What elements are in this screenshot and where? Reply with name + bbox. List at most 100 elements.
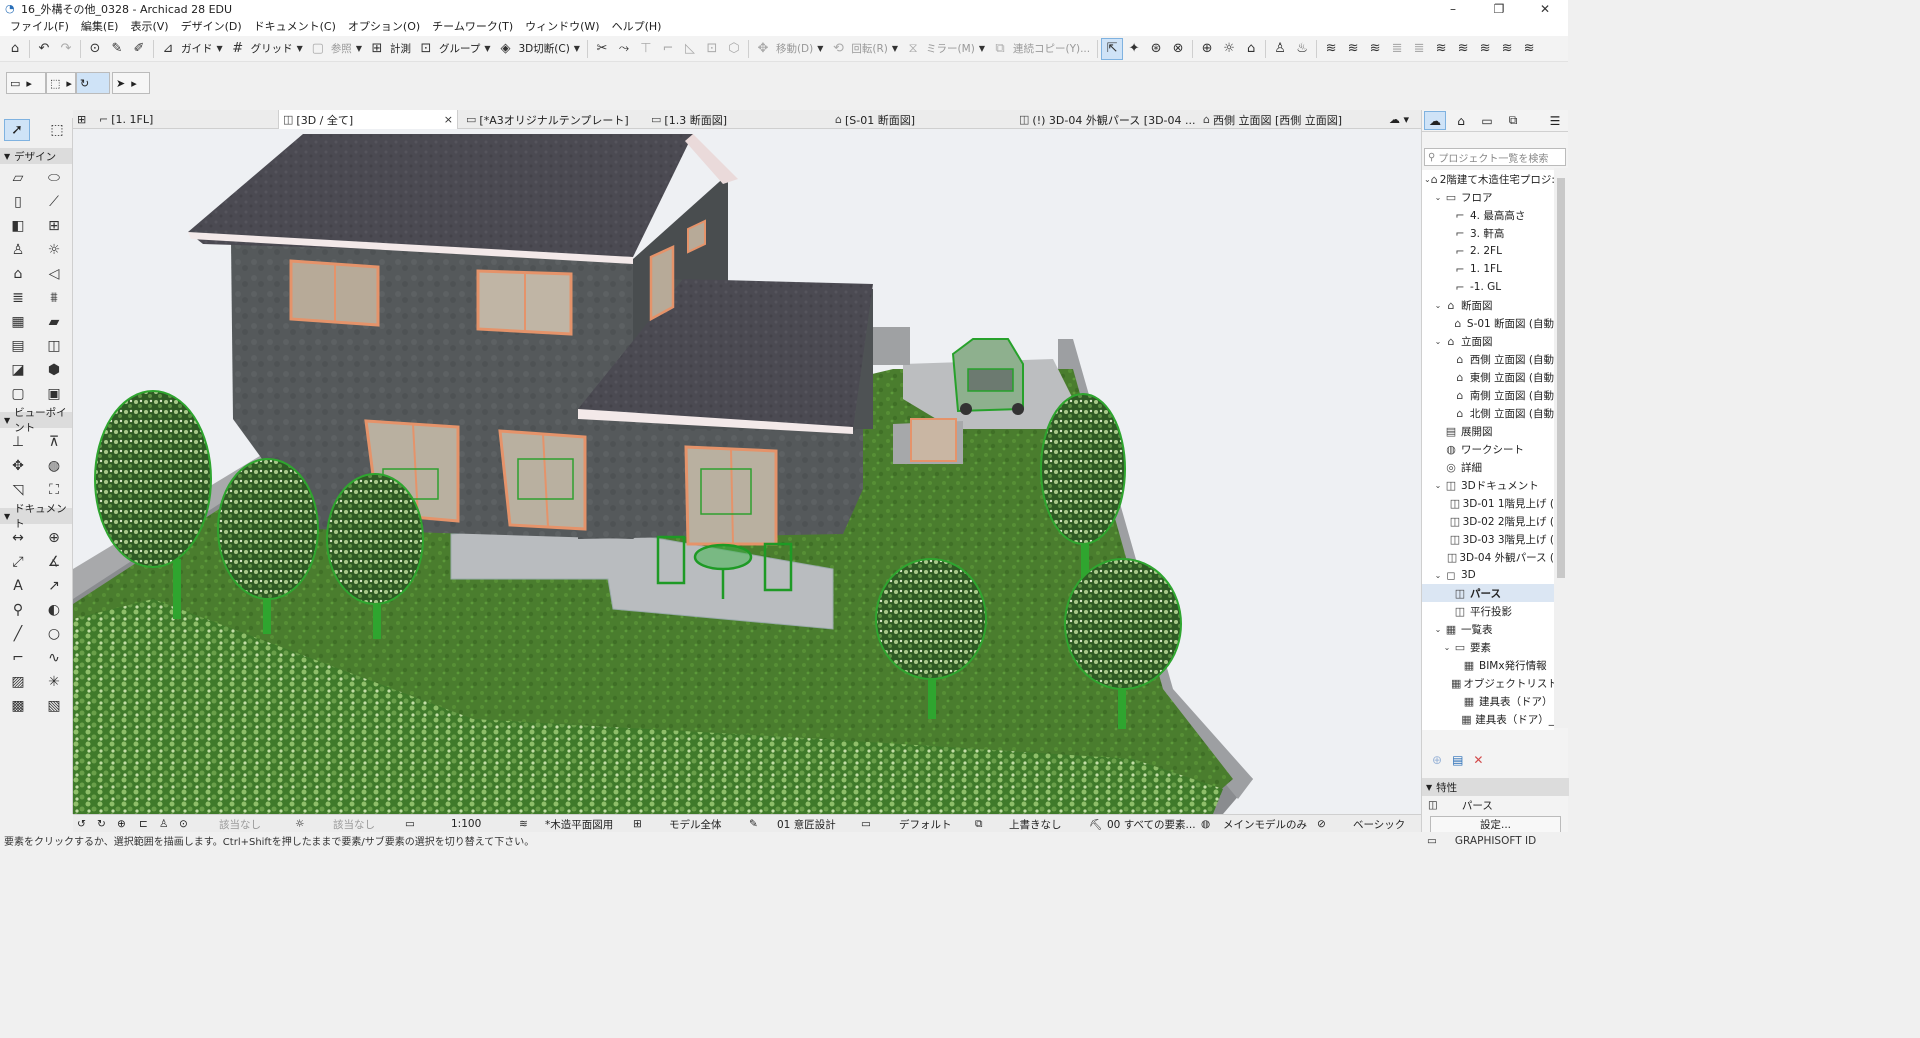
window-layout-icon[interactable]: ▭ <box>1427 835 1437 847</box>
menu-options[interactable]: オプション(O) <box>342 18 426 36</box>
graphisoft-id-link[interactable]: GRAPHISOFT ID <box>1455 835 1536 847</box>
3d-cutaway-label[interactable]: 3D切断(C) <box>519 41 570 56</box>
scale-value[interactable]: 1:100 <box>451 815 481 833</box>
layer-icon-4[interactable]: ≣ <box>1386 38 1408 60</box>
mesh-tool-icon[interactable]: ▤ <box>0 334 36 358</box>
menu-view[interactable]: 表示(V) <box>124 18 174 36</box>
tab-section-13[interactable]: ▭ [1.3 断面図] <box>647 110 829 129</box>
3d-viewport[interactable] <box>73 129 1421 814</box>
layer-icon-8[interactable]: ≋ <box>1474 38 1496 60</box>
move-icon[interactable]: ✥ <box>752 38 774 60</box>
undo-zoom-icon[interactable]: ↺ <box>77 815 86 833</box>
tree-item[interactable]: ⌄ ▭ 要素 <box>1422 638 1554 656</box>
measure-label[interactable]: 計測 <box>390 41 411 56</box>
pan-icon[interactable]: ⊏ <box>139 815 148 833</box>
layer-icon-10[interactable]: ≋ <box>1518 38 1540 60</box>
chevron-down-icon[interactable]: ▼ <box>297 44 303 53</box>
design-header[interactable]: ▼ デザイン <box>0 148 72 164</box>
walk-icon[interactable]: ♙ <box>1269 38 1291 60</box>
model-view[interactable]: モデル全体 <box>669 815 722 833</box>
undo-icon[interactable]: ↶ <box>33 38 55 60</box>
project-map-icon[interactable]: ☁ <box>1424 111 1446 130</box>
tree-item[interactable]: ▤ 展開図 <box>1422 422 1554 440</box>
railing-tool-icon[interactable]: ⩩ <box>36 286 72 310</box>
dimension-style[interactable]: デフォルト <box>899 815 952 833</box>
adjust-icon[interactable]: ⤳ <box>613 38 635 60</box>
tree-item[interactable]: ⌄ ◫ 3Dドキュメント <box>1422 476 1554 494</box>
navigate-icon[interactable]: ⊛ <box>1145 38 1167 60</box>
zone-tool-icon[interactable]: ◫ <box>36 334 72 358</box>
tree-item[interactable]: ⌐ 3. 軒高 <box>1422 224 1554 242</box>
line-tool-icon[interactable]: ╱ <box>0 622 36 646</box>
navigator-scrollbar[interactable] <box>1554 168 1568 728</box>
layer-icon-7[interactable]: ≋ <box>1452 38 1474 60</box>
chevron-down-icon[interactable]: ⌄ <box>1433 571 1443 580</box>
layout-book-icon[interactable]: ▭ <box>1476 111 1498 130</box>
mvo-setting[interactable]: ベーシック <box>1353 815 1405 833</box>
zoom-fit-icon[interactable]: ⊙ <box>179 815 188 833</box>
3d-model-render[interactable] <box>73 129 1421 814</box>
override-icon[interactable]: ⧉ <box>975 815 983 833</box>
column-tool-icon[interactable]: ▯ <box>0 190 36 214</box>
rotate-view-icon[interactable]: ↻ <box>77 77 92 90</box>
viewpoint-header[interactable]: ▼ ビューポイント <box>0 407 72 434</box>
tab-list-dropdown-icon[interactable]: ☁ ▾ <box>1385 110 1421 129</box>
walk-mode-icon[interactable]: ♙ <box>159 815 168 833</box>
minimize-button[interactable]: – <box>1430 0 1476 18</box>
publisher-icon[interactable]: ⧉ <box>1502 111 1524 130</box>
grid-icon[interactable]: # <box>227 38 249 60</box>
3d-cutaway-icon[interactable]: ◈ <box>495 38 517 60</box>
worksheet-tool-icon[interactable]: ◍ <box>36 454 72 478</box>
3d-home-icon[interactable]: ⌂ <box>1240 38 1262 60</box>
tree-item[interactable]: ⌄ ⌂ 断面図 <box>1422 296 1554 314</box>
chevron-down-icon[interactable]: ▼ <box>574 44 580 53</box>
group-icon[interactable]: ⊡ <box>415 38 437 60</box>
reference-label[interactable]: 参照 <box>331 41 352 56</box>
offset-icon[interactable]: ◺ <box>679 38 701 60</box>
renovation-icon[interactable]: ⛏ <box>1089 815 1102 833</box>
tree-item[interactable]: ◎ 詳細 <box>1422 458 1554 476</box>
chevron-down-icon[interactable]: ⌄ <box>1433 625 1443 634</box>
syringe-icon[interactable]: ✐ <box>128 38 150 60</box>
layer-icon-6[interactable]: ≋ <box>1430 38 1452 60</box>
redo-zoom-icon[interactable]: ↻ <box>97 815 106 833</box>
view-map-icon[interactable]: ⌂ <box>1450 111 1472 130</box>
section-tool-icon[interactable]: ⊥ <box>0 430 36 454</box>
circle-tool-icon[interactable]: ○ <box>36 622 72 646</box>
tree-item[interactable]: ◫ 3D-01 1階見上げ ( <box>1422 494 1554 512</box>
tab-overview-icon[interactable]: ⊞ <box>73 110 91 129</box>
tab-west-elevation[interactable]: ⌂ 西側 立面図 [西側 立面図] <box>1199 110 1379 129</box>
label-tool-icon[interactable]: ↗ <box>36 574 72 598</box>
3d-sun-icon[interactable]: ☼ <box>1218 38 1240 60</box>
fly-icon[interactable]: ⊗ <box>1167 38 1189 60</box>
pen-set[interactable]: 01 意匠設計 <box>777 815 836 833</box>
fillet-icon[interactable]: ⌐ <box>657 38 679 60</box>
multiply-label[interactable]: 連続コピー(Y)... <box>1013 41 1090 56</box>
radial-dimension-tool-icon[interactable]: ⤢ <box>0 550 36 574</box>
tab-section-s01[interactable]: ⌂ [S-01 断面図] <box>831 110 1013 129</box>
pen-set-icon[interactable]: ✎ <box>749 815 758 833</box>
tree-item[interactable]: ⌂ 東側 立面図 (自動 <box>1422 368 1554 386</box>
tree-item[interactable]: ⌂ 北側 立面図 (自動 <box>1422 404 1554 422</box>
angle-dimension-tool-icon[interactable]: ∡ <box>36 550 72 574</box>
new-view-icon[interactable]: ⊕ <box>1432 753 1442 767</box>
rotate-label[interactable]: 回転(R) <box>851 41 888 56</box>
menu-teamwork[interactable]: チームワーク(T) <box>426 18 519 36</box>
tree-item[interactable]: ⌐ 2. 2FL <box>1422 242 1554 260</box>
close-button[interactable]: ✕ <box>1522 0 1568 18</box>
tab-3d-all[interactable]: ◫ [3D / 全て] × <box>278 110 458 129</box>
equipment-tool-icon[interactable]: ▣ <box>36 382 72 406</box>
chevron-down-icon[interactable]: ⌄ <box>1433 337 1443 346</box>
menu-document[interactable]: ドキュメント(C) <box>248 18 342 36</box>
layer-combo-icon[interactable]: ≋ <box>519 815 528 833</box>
close-icon[interactable]: × <box>444 113 453 126</box>
scrollbar-thumb[interactable] <box>1557 178 1565 578</box>
camera-tool-icon[interactable]: ⛶ <box>36 478 72 502</box>
explore-icon[interactable]: ♨ <box>1291 38 1313 60</box>
navigator-search-input[interactable]: ⚲ プロジェクト一覧を検索 <box>1424 148 1566 166</box>
shell-tool-icon[interactable]: ◁ <box>36 262 72 286</box>
hotspot-tool-icon[interactable]: ✳ <box>36 670 72 694</box>
intersect-icon[interactable]: ⊤ <box>635 38 657 60</box>
split-icon[interactable]: ✂ <box>591 38 613 60</box>
guide-icon[interactable]: ⊿ <box>157 38 179 60</box>
